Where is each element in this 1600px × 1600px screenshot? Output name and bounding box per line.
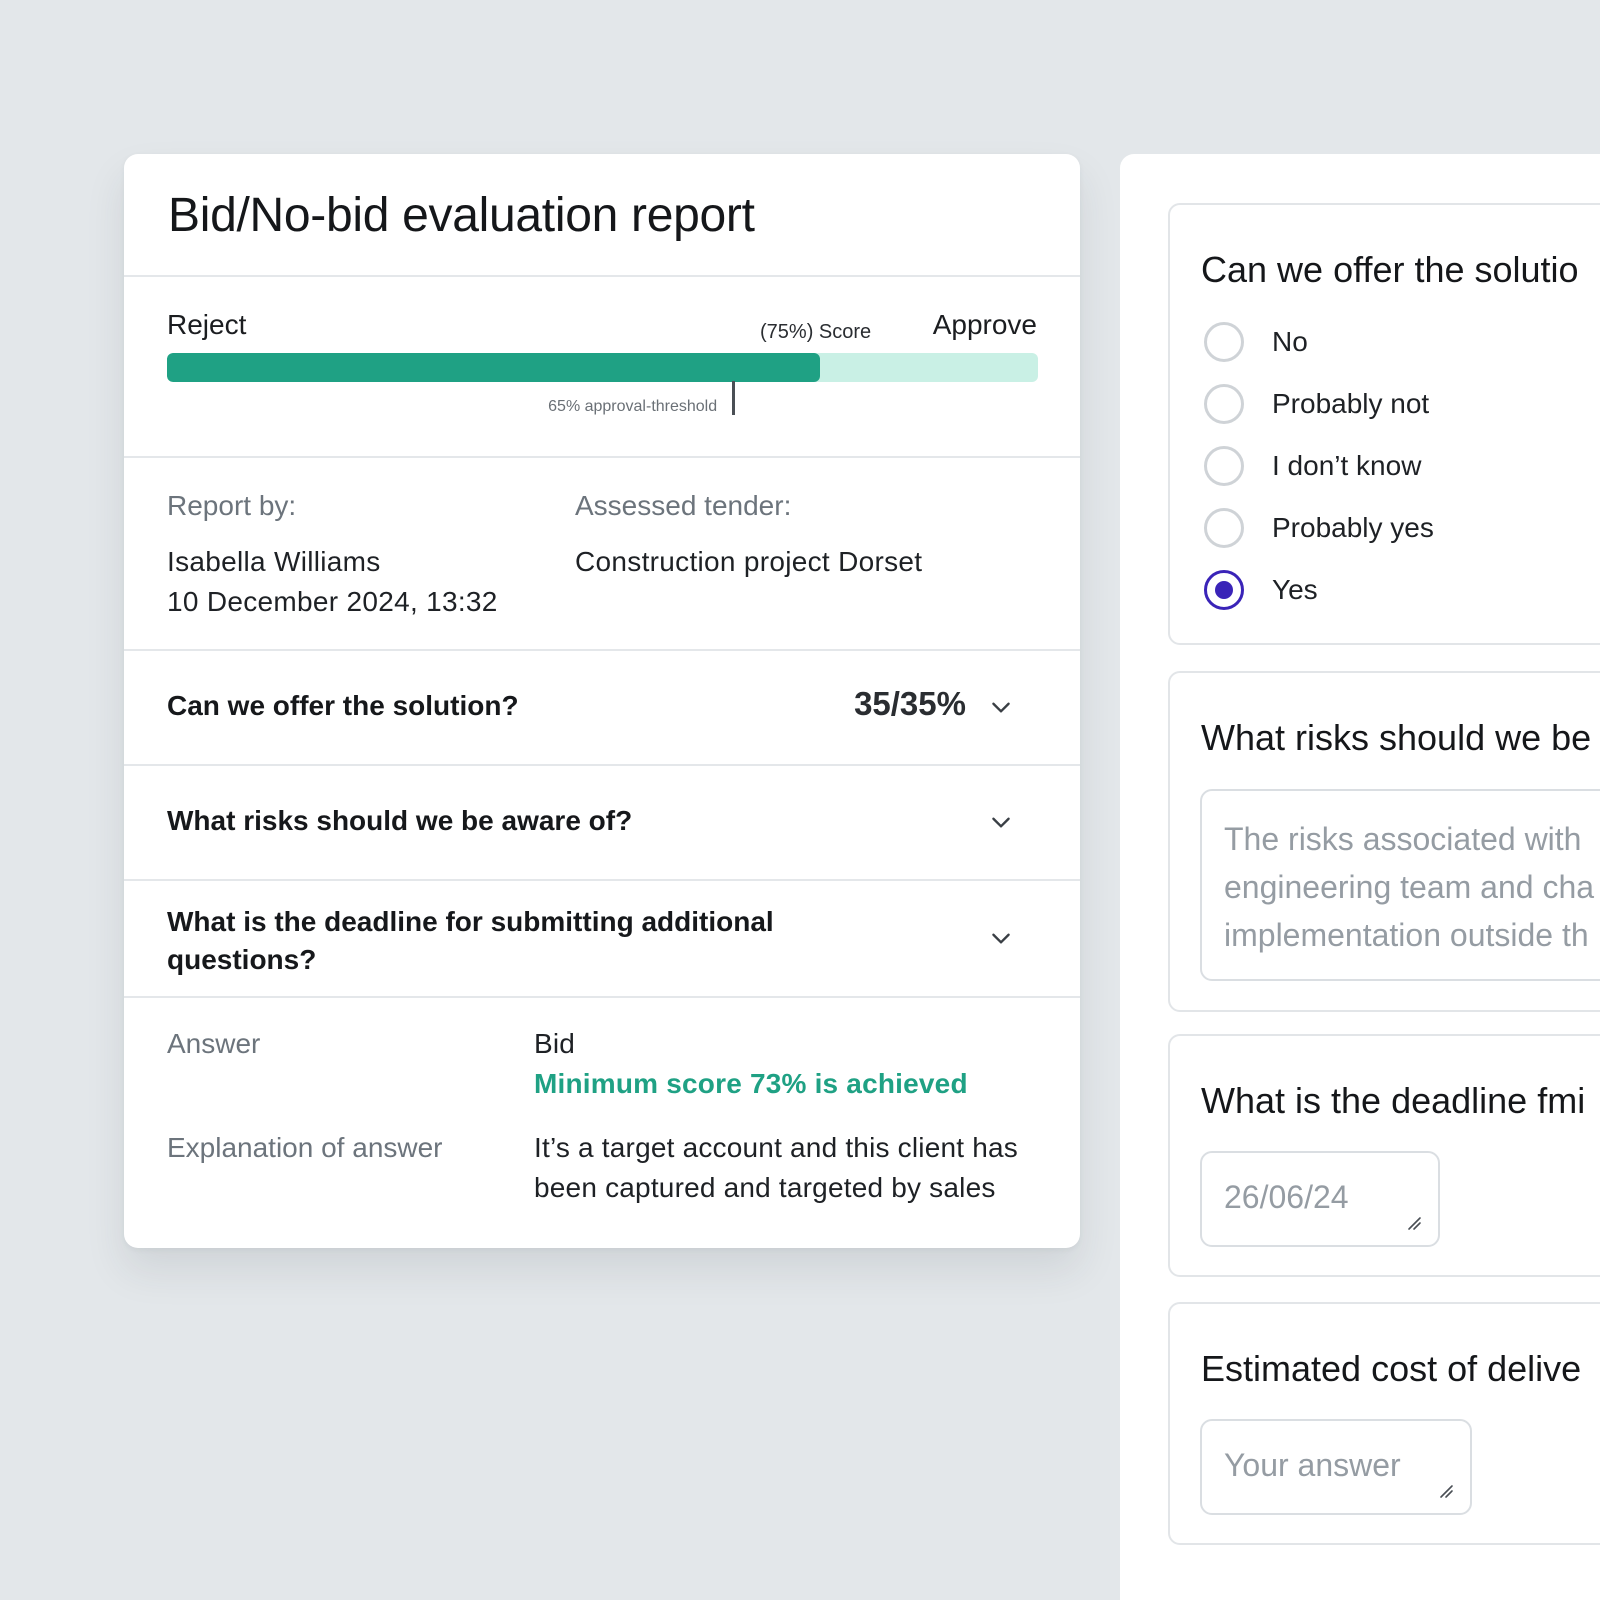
radio-label: I don’t know <box>1272 450 1422 481</box>
score-section: Reject (75%) Score Approve 65% approval-… <box>124 275 1080 456</box>
question-text: What risks should we be aware of? <box>167 805 633 836</box>
answer-section: Answer Bid Minimum score 73% is achieved… <box>124 996 1080 1248</box>
textarea-line: engineering team and cha <box>1224 869 1595 905</box>
explanation-value: It’s a target account and this client ha… <box>534 1132 1018 1203</box>
radio-option-yes[interactable]: Yes <box>1204 569 1318 611</box>
report-date: 10 December 2024, 13:32 <box>167 586 498 617</box>
radio-option-no[interactable]: No <box>1204 321 1308 363</box>
question-card-solution: Can we offer the solutio No Probably not… <box>1168 203 1600 645</box>
radio-label: No <box>1272 326 1308 357</box>
report-header: Bid/No-bid evaluation report <box>124 154 1080 275</box>
question-text: What is the deadline for submitting addi… <box>167 906 774 975</box>
questionnaire-panel: Can we offer the solutio No Probably not… <box>1120 154 1600 1600</box>
tender-value: Construction project Dorset <box>575 546 923 577</box>
radio-button[interactable] <box>1204 446 1244 486</box>
chevron-down-icon[interactable] <box>988 925 1014 951</box>
textarea-line: implementation outside th <box>1224 917 1589 953</box>
risks-textarea[interactable]: The risks associated with engineering te… <box>1200 789 1600 981</box>
deadline-value: 26/06/24 <box>1224 1179 1349 1215</box>
score-progress-bar <box>167 353 1038 382</box>
question-title: What risks should we be <box>1201 717 1592 758</box>
question-score: 35/35% <box>854 685 966 722</box>
answer-block: Bid Minimum score 73% is achieved <box>534 1024 1054 1104</box>
explanation-label: Explanation of answer <box>167 1132 443 1163</box>
chevron-down-icon[interactable] <box>988 809 1014 835</box>
threshold-marker <box>732 381 736 415</box>
radio-button[interactable] <box>1204 384 1244 424</box>
question-card-deadline: What is the deadline fmi 26/06/24 <box>1168 1034 1600 1277</box>
report-by-block: Report by: Isabella Williams 10 December… <box>167 490 498 622</box>
report-meta: Report by: Isabella Williams 10 December… <box>124 456 1080 649</box>
answer-label: Answer <box>167 1028 261 1059</box>
question-row-risks[interactable]: What risks should we be aware of? <box>124 764 1080 879</box>
deadline-input[interactable]: 26/06/24 <box>1200 1151 1440 1247</box>
question-text: Can we offer the solution? <box>167 690 519 721</box>
answer-value: Bid <box>534 1028 576 1059</box>
tender-block: Assessed tender: Construction project Do… <box>575 490 922 582</box>
question-card-cost: Estimated cost of delive Your answer <box>1168 1302 1600 1545</box>
resize-handle-icon[interactable] <box>1406 1215 1422 1231</box>
radio-label: Probably not <box>1272 388 1430 419</box>
radio-option-dont-know[interactable]: I don’t know <box>1204 445 1421 487</box>
question-row-solution[interactable]: Can we offer the solution? 35/35% <box>124 649 1080 764</box>
score-label: (75%) Score <box>760 321 872 343</box>
report-title: Bid/No-bid evaluation report <box>168 189 755 242</box>
reject-label: Reject <box>167 309 247 340</box>
tender-label: Assessed tender: <box>575 490 792 521</box>
question-title: What is the deadline fmi <box>1201 1080 1586 1121</box>
radio-button[interactable] <box>1204 508 1244 548</box>
chevron-down-icon[interactable] <box>988 694 1014 720</box>
radio-label: Probably yes <box>1272 512 1434 543</box>
cost-input[interactable]: Your answer <box>1200 1419 1472 1515</box>
resize-handle-icon[interactable] <box>1438 1483 1454 1499</box>
report-by-label: Report by: <box>167 490 297 521</box>
radio-button[interactable] <box>1204 322 1244 362</box>
question-title: Can we offer the solutio <box>1201 249 1579 290</box>
textarea-line: The risks associated with <box>1224 821 1582 857</box>
question-row-deadline[interactable]: What is the deadline for submitting addi… <box>124 879 1080 996</box>
report-author: Isabella Williams <box>167 546 381 577</box>
radio-option-probably-yes[interactable]: Probably yes <box>1204 507 1434 549</box>
cost-placeholder: Your answer <box>1224 1447 1401 1483</box>
radio-button-selected[interactable] <box>1204 570 1244 610</box>
score-progress-fill <box>167 353 821 382</box>
evaluation-report-card: Bid/No-bid evaluation report Reject (75%… <box>124 154 1080 1248</box>
threshold-label: 65% approval-threshold <box>548 398 718 415</box>
question-card-risks: What risks should we be The risks associ… <box>1168 671 1600 1012</box>
question-title: Estimated cost of delive <box>1201 1348 1582 1389</box>
radio-label: Yes <box>1272 574 1318 605</box>
radio-option-probably-not[interactable]: Probably not <box>1204 383 1429 425</box>
answer-status: Minimum score 73% is achieved <box>534 1068 968 1099</box>
approve-label: Approve <box>932 309 1037 340</box>
